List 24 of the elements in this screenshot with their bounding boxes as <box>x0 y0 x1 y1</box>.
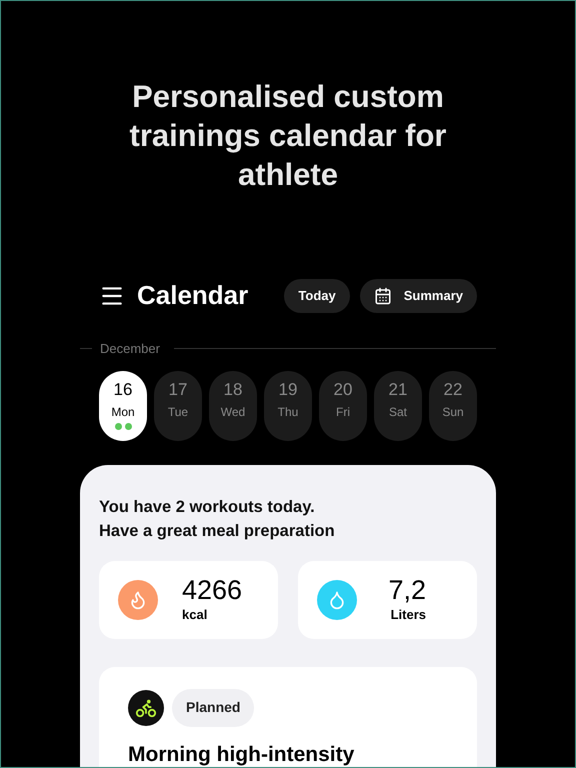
today-button[interactable]: Today <box>284 278 350 312</box>
stat-value: 4266 <box>182 574 242 605</box>
day-pill[interactable]: 17 Tue <box>154 370 202 440</box>
workout-title: Morning high-intensity <box>128 742 356 766</box>
page-title: Calendar <box>137 279 248 312</box>
calendar-icon <box>374 286 392 304</box>
day-pill[interactable]: 20 Fri <box>319 370 367 440</box>
summary-text: You have 2 workouts today. Have a great meal preparation <box>99 496 336 542</box>
day-pill[interactable]: 18 Wed <box>209 370 257 440</box>
day-pill[interactable]: 21 Sat <box>374 370 422 440</box>
day-pill[interactable]: 16 Mon <box>99 370 147 440</box>
stat-unit: Liters <box>390 606 426 624</box>
month-label: December <box>100 340 160 358</box>
flame-icon <box>118 580 158 620</box>
headline: Personalised custom trainings calendar for athlete <box>128 78 448 194</box>
day-pill[interactable]: 22 Sun <box>429 370 477 440</box>
day-pill[interactable]: 19 Thu <box>264 370 312 440</box>
summary-button[interactable]: Summary <box>360 278 477 312</box>
status-badge: Planned <box>172 688 254 726</box>
droplet-icon <box>317 580 357 620</box>
stat-unit: kcal <box>182 606 208 624</box>
stat-value: 7,2 <box>388 574 426 605</box>
cyclist-icon <box>128 690 164 726</box>
workout-card[interactable]: Planned Morning high-intensity <box>99 666 477 767</box>
